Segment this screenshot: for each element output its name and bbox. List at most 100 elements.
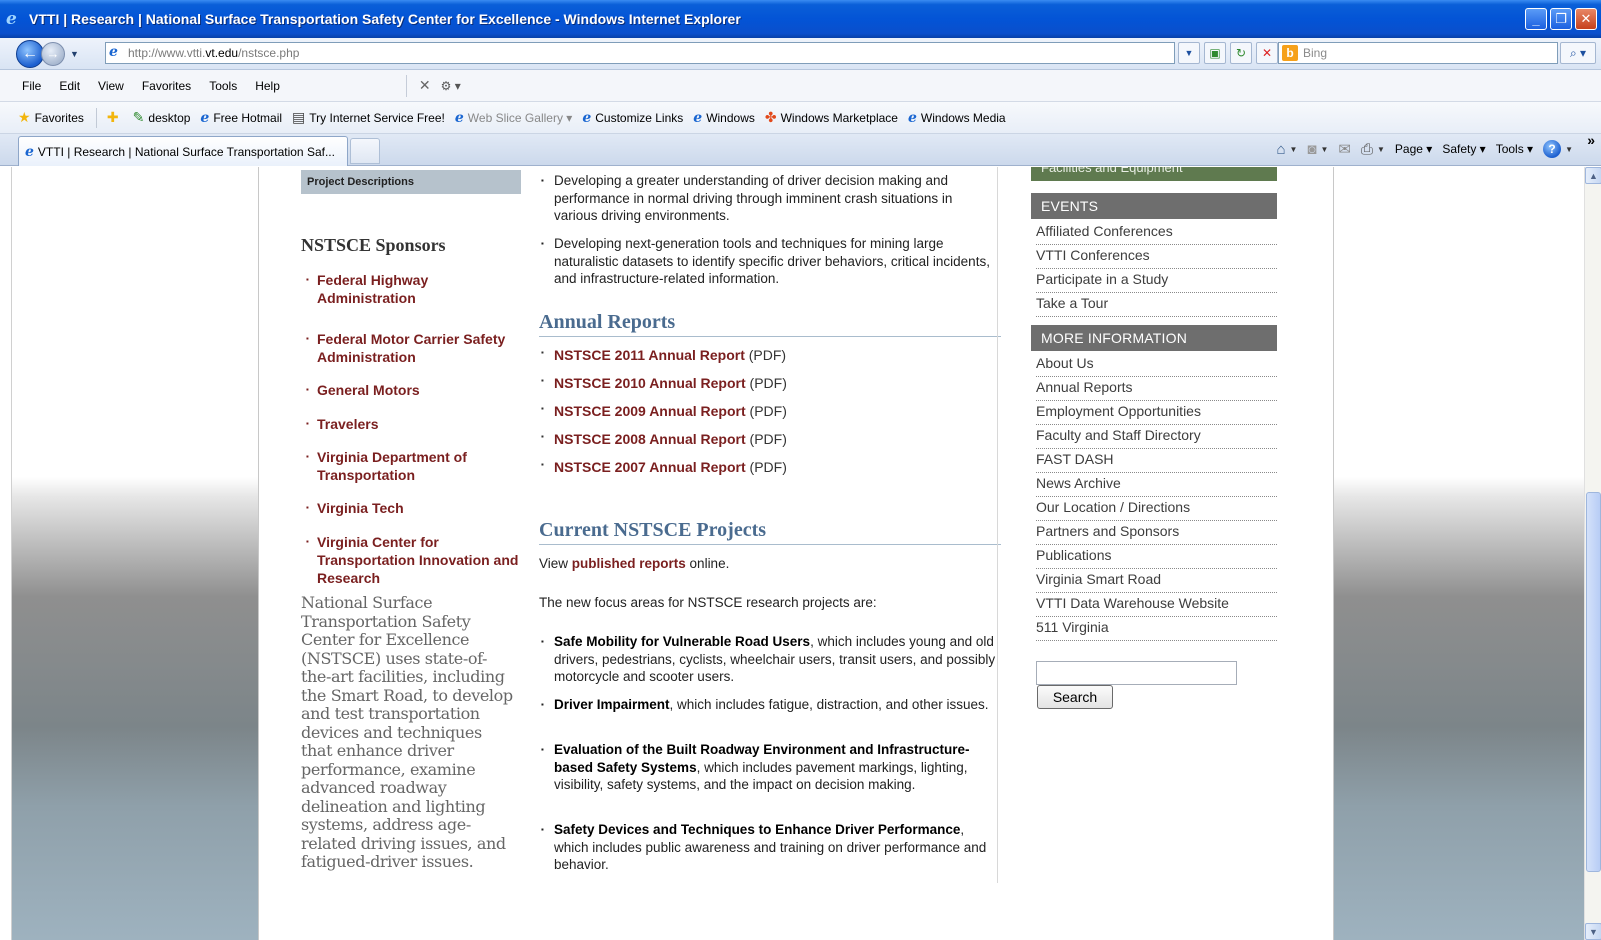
- more-info-link[interactable]: 511 Virginia: [1036, 617, 1277, 641]
- sponsor-link[interactable]: Travelers: [306, 415, 521, 433]
- search-button[interactable]: Search: [1037, 685, 1113, 709]
- more-info-link[interactable]: Partners and Sponsors: [1036, 521, 1277, 545]
- restore-button[interactable]: ❐: [1550, 8, 1572, 30]
- report-item: NSTSCE 2008 Annual Report (PDF): [539, 431, 787, 447]
- menu-file[interactable]: File: [22, 79, 41, 93]
- title-bar: e VTTI | Research | National Surface Tra…: [0, 0, 1601, 38]
- project-descriptions-tab[interactable]: Project Descriptions: [301, 170, 521, 194]
- sponsor-link[interactable]: Virginia Tech: [306, 499, 521, 517]
- more-info-link[interactable]: FAST DASH: [1036, 449, 1277, 473]
- events-link[interactable]: Participate in a Study: [1036, 269, 1277, 293]
- search-input[interactable]: b Bing: [1278, 42, 1558, 64]
- window-controls: _ ❐ ✕: [1525, 8, 1597, 30]
- favorite-link-hotmail[interactable]: e Free Hotmail: [200, 110, 282, 126]
- report-link[interactable]: NSTSCE 2010 Annual Report: [554, 375, 746, 391]
- menu-favorites[interactable]: Favorites: [142, 79, 191, 93]
- scroll-down-button[interactable]: ▼: [1585, 923, 1601, 940]
- report-link[interactable]: NSTSCE 2008 Annual Report: [554, 431, 746, 447]
- close-button[interactable]: ✕: [1575, 8, 1597, 30]
- feeds-icon[interactable]: ◙: [1307, 141, 1316, 158]
- tab-vtti[interactable]: e VTTI | Research | National Surface Tra…: [18, 136, 348, 166]
- sponsor-link[interactable]: Federal Motor Carrier Safety Administrat…: [306, 330, 521, 366]
- new-tab-button[interactable]: [350, 138, 380, 164]
- home-icon[interactable]: ⌂: [1276, 141, 1285, 158]
- sponsor-link[interactable]: Virginia Center for Transportation Innov…: [306, 533, 521, 587]
- scroll-thumb[interactable]: [1586, 492, 1601, 872]
- minimize-button[interactable]: _: [1525, 8, 1547, 30]
- favorites-star-icon: ★: [18, 109, 31, 125]
- sponsor-link[interactable]: General Motors: [306, 381, 521, 399]
- column-divider: [997, 167, 998, 883]
- published-reports-link[interactable]: published reports: [572, 556, 686, 571]
- favorite-windows[interactable]: e Windows: [693, 110, 755, 126]
- back-button[interactable]: ←: [16, 39, 44, 68]
- scroll-up-button[interactable]: ▲: [1585, 167, 1601, 184]
- tab-bar: e VTTI | Research | National Surface Tra…: [0, 132, 1601, 166]
- research-bullet: Developing a greater understanding of dr…: [539, 172, 999, 225]
- facilities-link[interactable]: Facilities and Equipment: [1031, 167, 1277, 181]
- report-link[interactable]: NSTSCE 2007 Annual Report: [554, 459, 746, 475]
- stop-icon[interactable]: ✕: [1256, 42, 1278, 64]
- more-info-link[interactable]: Faculty and Staff Directory: [1036, 425, 1277, 449]
- report-link[interactable]: NSTSCE 2011 Annual Report: [554, 347, 745, 363]
- menu-view[interactable]: View: [98, 79, 124, 93]
- menu-tools[interactable]: Tools: [209, 79, 237, 93]
- web-page: Project Descriptions NSTSCE Sponsors Fed…: [258, 167, 1334, 940]
- favorites-button[interactable]: ★ Favorites: [18, 109, 84, 126]
- address-dropdown-icon[interactable]: ▼: [1178, 42, 1200, 64]
- search-placeholder: Bing: [1303, 46, 1328, 60]
- forward-button[interactable]: →: [41, 41, 65, 66]
- more-info-link[interactable]: Virginia Smart Road: [1036, 569, 1277, 593]
- help-icon[interactable]: ?: [1543, 140, 1562, 158]
- more-info-link[interactable]: Our Location / Directions: [1036, 497, 1277, 521]
- ie-icon: e: [582, 109, 592, 126]
- annual-reports-heading: Annual Reports: [539, 311, 1001, 337]
- more-info-link[interactable]: Publications: [1036, 545, 1277, 569]
- favorite-windows-media[interactable]: e Windows Media: [908, 110, 1006, 126]
- site-search-input[interactable]: [1036, 661, 1237, 685]
- sponsor-link[interactable]: Federal Highway Administration: [306, 271, 521, 307]
- more-info-link[interactable]: Annual Reports: [1036, 377, 1277, 401]
- favorite-link-isp[interactable]: ▤ Try Internet Service Free!: [292, 109, 445, 126]
- history-dropdown-icon[interactable]: ▼: [70, 49, 82, 59]
- menu-help[interactable]: Help: [255, 79, 280, 93]
- more-tools-icon[interactable]: »: [1587, 132, 1595, 148]
- mail-icon[interactable]: ✉: [1338, 140, 1351, 158]
- focus-area-item: Safety Devices and Techniques to Enhance…: [539, 821, 999, 874]
- menu-edit[interactable]: Edit: [59, 79, 80, 93]
- favorites-separator: [95, 107, 97, 128]
- vertical-scrollbar[interactable]: ▲ ▼: [1584, 167, 1601, 940]
- command-bar: ⌂ ▼ ◙ ▼ ✉ ⎙ ▼ Page ▾ Safety ▾ Tools ▾ ? ▼: [1276, 140, 1573, 158]
- more-info-link[interactable]: VTTI Data Warehouse Website: [1036, 593, 1277, 617]
- close-toolbar-icon[interactable]: ✕: [419, 77, 431, 94]
- report-link[interactable]: NSTSCE 2009 Annual Report: [554, 403, 746, 419]
- print-icon[interactable]: ⎙: [1361, 141, 1373, 158]
- tools-menu[interactable]: Tools ▾: [1496, 142, 1533, 156]
- ie-icon: e: [200, 109, 210, 126]
- favorite-customize-links[interactable]: e Customize Links: [582, 110, 683, 126]
- add-favorites-button[interactable]: ✚: [107, 109, 123, 126]
- events-link[interactable]: Take a Tour: [1036, 293, 1277, 317]
- search-go-button[interactable]: ⌕ ▾: [1560, 42, 1596, 64]
- refresh-icon[interactable]: ↻: [1230, 42, 1252, 64]
- ie-icon: e: [693, 109, 703, 126]
- more-info-link[interactable]: Employment Opportunities: [1036, 401, 1277, 425]
- events-link[interactable]: Affiliated Conferences: [1036, 221, 1277, 245]
- more-info-link[interactable]: About Us: [1036, 353, 1277, 377]
- favorite-windows-marketplace[interactable]: ✤ Windows Marketplace: [765, 109, 898, 126]
- address-bar[interactable]: e http://www.vtti. vt.edu/nstsce.php: [105, 42, 1175, 64]
- more-info-link[interactable]: News Archive: [1036, 473, 1277, 497]
- translate-icon[interactable]: ⚙ ▾: [441, 79, 461, 93]
- report-item: NSTSCE 2009 Annual Report (PDF): [539, 403, 787, 419]
- compatibility-view-icon[interactable]: ▣: [1204, 42, 1226, 64]
- sponsor-link[interactable]: Virginia Department of Transportation: [306, 448, 521, 484]
- ie-icon: e: [454, 109, 464, 126]
- focus-area-item: Driver Impairment, which includes fatigu…: [539, 696, 999, 714]
- window-title: VTTI | Research | National Surface Trans…: [29, 11, 741, 27]
- sponsors-heading: NSTSCE Sponsors: [301, 235, 446, 255]
- safety-menu[interactable]: Safety ▾: [1442, 142, 1485, 156]
- events-link[interactable]: VTTI Conferences: [1036, 245, 1277, 269]
- page-menu[interactable]: Page ▾: [1395, 142, 1432, 156]
- favorite-web-slice-gallery[interactable]: e Web Slice Gallery ▾: [455, 110, 572, 126]
- favorite-link-desktop[interactable]: ✎ desktop: [133, 109, 191, 126]
